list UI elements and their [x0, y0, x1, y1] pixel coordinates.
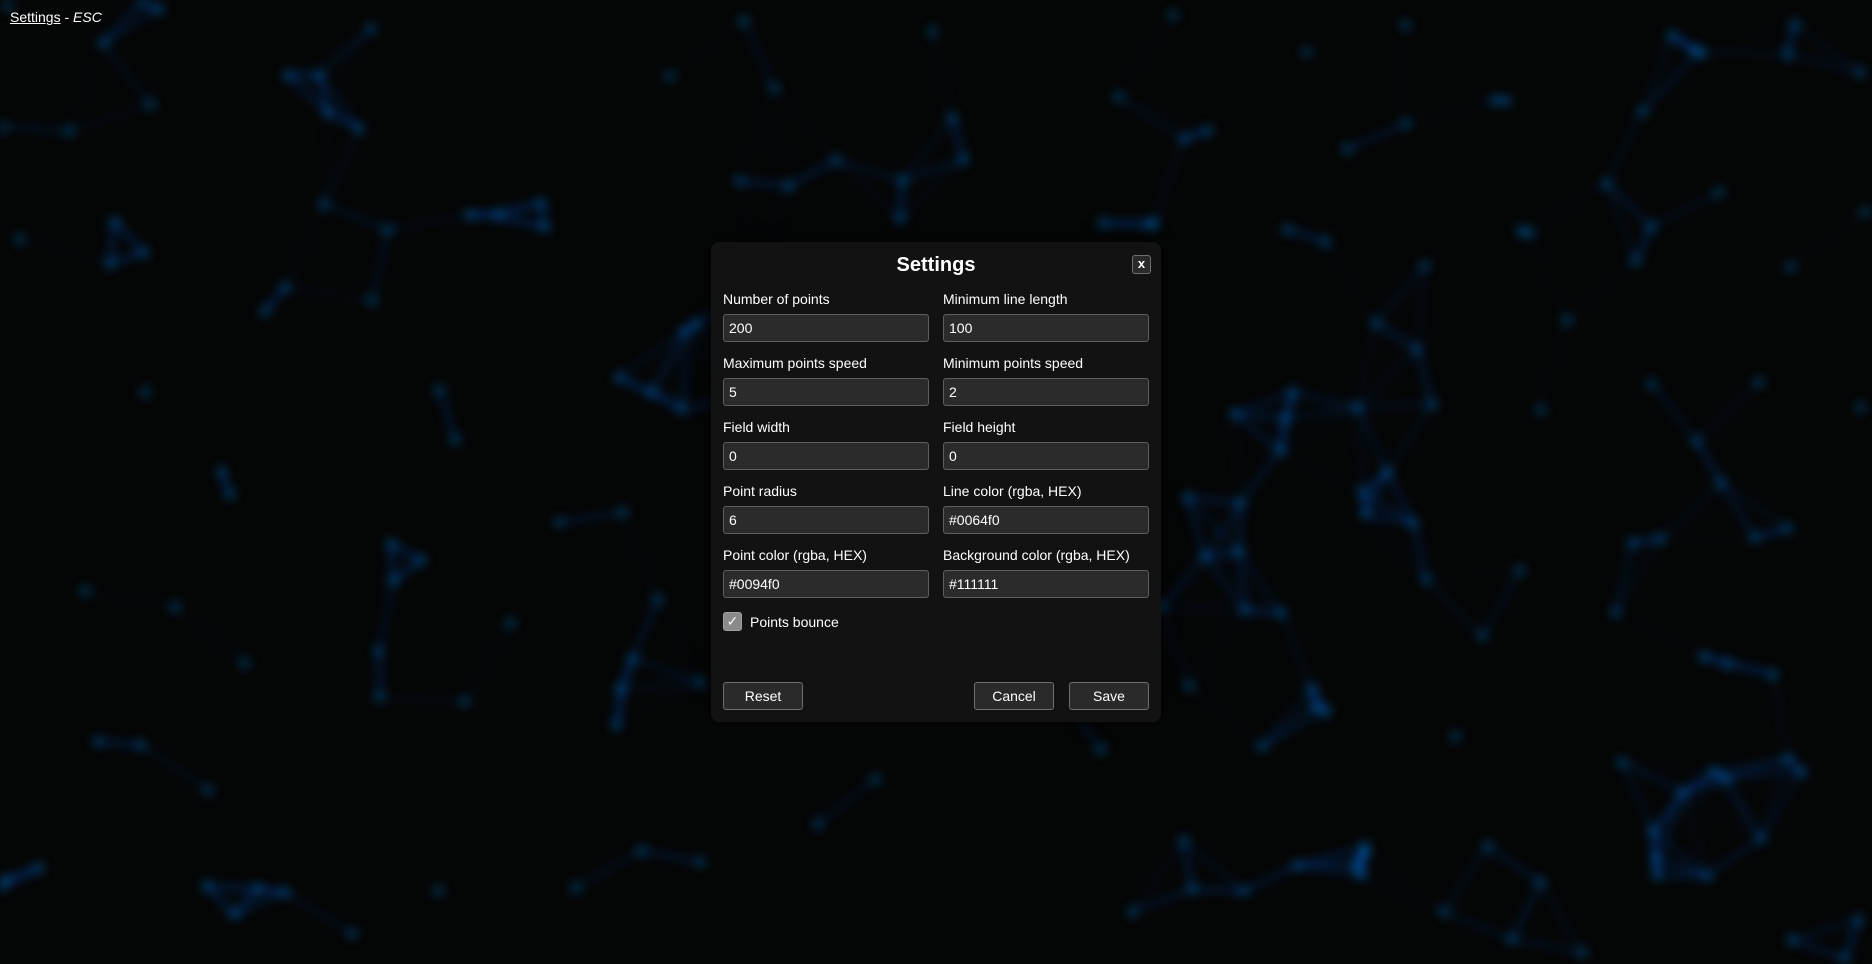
field-label: Point radius — [723, 483, 797, 499]
field-number-of-points: Number of points — [723, 290, 929, 342]
points-bounce-label: Points bounce — [750, 613, 839, 630]
field-label: Number of points — [723, 291, 830, 307]
settings-modal: Settings x Number of points Minimum line… — [711, 242, 1161, 722]
background-color-input[interactable] — [943, 570, 1149, 598]
field-background-color: Background color (rgba, HEX) — [943, 546, 1149, 598]
shortcut-key: ESC — [73, 9, 102, 25]
cancel-button[interactable]: Cancel — [974, 682, 1054, 710]
field-label: Maximum points speed — [723, 355, 867, 371]
close-button[interactable]: x — [1132, 255, 1151, 274]
settings-link[interactable]: Settings — [10, 9, 61, 25]
field-maximum-points-speed: Maximum points speed — [723, 354, 929, 406]
field-label: Field width — [723, 419, 790, 435]
point-color-input[interactable] — [723, 570, 929, 598]
field-minimum-line-length: Minimum line length — [943, 290, 1149, 342]
field-label: Field height — [943, 419, 1016, 435]
points-bounce-checkbox[interactable]: ✓ — [723, 612, 742, 631]
field-minimum-points-speed: Minimum points speed — [943, 354, 1149, 406]
field-field-height: Field height — [943, 418, 1149, 470]
top-hint: Settings - ESC — [10, 9, 102, 25]
field-point-radius: Point radius — [723, 482, 929, 534]
maximum-points-speed-input[interactable] — [723, 378, 929, 406]
number-of-points-input[interactable] — [723, 314, 929, 342]
minimum-points-speed-input[interactable] — [943, 378, 1149, 406]
modal-title: Settings — [896, 254, 976, 276]
field-label: Point color (rgba, HEX) — [723, 547, 867, 563]
minimum-line-length-input[interactable] — [943, 314, 1149, 342]
hint-separator: - — [60, 9, 74, 25]
field-line-color: Line color (rgba, HEX) — [943, 482, 1149, 534]
field-label: Minimum points speed — [943, 355, 1084, 371]
reset-button[interactable]: Reset — [723, 682, 803, 710]
field-width-input[interactable] — [723, 442, 929, 470]
save-button[interactable]: Save — [1069, 682, 1149, 710]
field-label: Minimum line length — [943, 291, 1068, 307]
points-bounce-option: ✓ Points bounce — [723, 612, 839, 631]
field-point-color: Point color (rgba, HEX) — [723, 546, 929, 598]
line-color-input[interactable] — [943, 506, 1149, 534]
field-field-width: Field width — [723, 418, 929, 470]
field-height-input[interactable] — [943, 442, 1149, 470]
point-radius-input[interactable] — [723, 506, 929, 534]
field-label: Line color (rgba, HEX) — [943, 483, 1082, 499]
field-label: Background color (rgba, HEX) — [943, 547, 1130, 563]
